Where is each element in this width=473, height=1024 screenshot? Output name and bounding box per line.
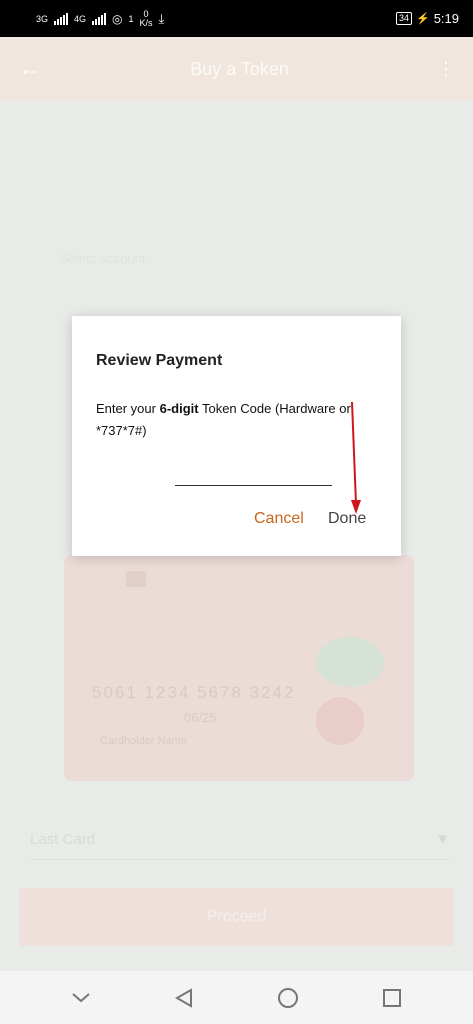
token-code-input[interactable]	[175, 466, 332, 486]
speed-indicator: 0 K/s	[139, 9, 153, 28]
recents-square-icon[interactable]	[381, 987, 403, 1009]
card-select-field[interactable]: Last Card ▼	[30, 820, 450, 860]
ghost-line: Select account	[60, 251, 146, 266]
speed-prefix: 1	[128, 13, 134, 24]
app-title: Buy a Token	[190, 58, 289, 79]
back-arrow-icon[interactable]: ←	[18, 55, 42, 83]
battery-level: 34	[398, 13, 409, 23]
card-chip-icon	[126, 571, 146, 587]
chevron-down-icon[interactable]	[70, 991, 92, 1005]
annotation-arrow-icon	[351, 401, 361, 514]
proceed-button-label: Proceed	[206, 908, 267, 925]
bank-card[interactable]: 5061 1234 5678 3242 06/25 Cardholder Nam…	[64, 555, 414, 781]
status-bar: 3G 4G ◎ 1 0 K/s ⤓ 34 ⚡ 5:19	[0, 0, 473, 37]
menu-icon[interactable]: ⋮	[437, 59, 455, 80]
speed-unit: K/s	[139, 17, 153, 28]
cancel-button[interactable]: Cancel	[254, 510, 304, 528]
clock: 5:19	[433, 11, 459, 26]
signal-icon-1	[54, 12, 69, 25]
app-bar: ← Buy a Token ⋮	[0, 37, 473, 101]
card-number: 5061 1234 5678 3242	[92, 683, 296, 702]
dropdown-arrow-icon: ▼	[435, 831, 450, 848]
back-triangle-icon[interactable]	[173, 987, 195, 1009]
signal-icon-2	[92, 12, 107, 25]
card-holder: Cardholder Name	[100, 735, 187, 747]
card-select-label: Last Card	[30, 831, 96, 848]
dialog-title: Review Payment	[96, 352, 223, 369]
status-left: 3G 4G ◎ 1 0 K/s ⤓	[36, 9, 165, 28]
network-type-1: 3G	[36, 13, 49, 24]
dialog-message: Enter your 6-digit Token Code (Hardware …	[96, 398, 386, 442]
charging-icon: ⚡	[415, 13, 430, 25]
proceed-button[interactable]: Proceed	[19, 888, 454, 946]
system-nav-bar	[0, 971, 473, 1024]
dialog-message-prefix: Enter your	[96, 401, 160, 416]
download-icon: ⤓	[158, 10, 165, 26]
status-right: 34 ⚡ 5:19	[395, 11, 459, 26]
hotspot-icon: ◎	[112, 11, 123, 26]
card-brand-logo	[316, 697, 364, 745]
home-circle-icon[interactable]	[276, 986, 300, 1010]
card-globe-logo	[316, 637, 384, 687]
battery-icon: 34	[395, 12, 412, 25]
network-type-2: 4G	[74, 13, 87, 24]
dialog-message-bold: 6-digit	[159, 401, 199, 416]
card-expiry: 06/25	[184, 710, 217, 725]
